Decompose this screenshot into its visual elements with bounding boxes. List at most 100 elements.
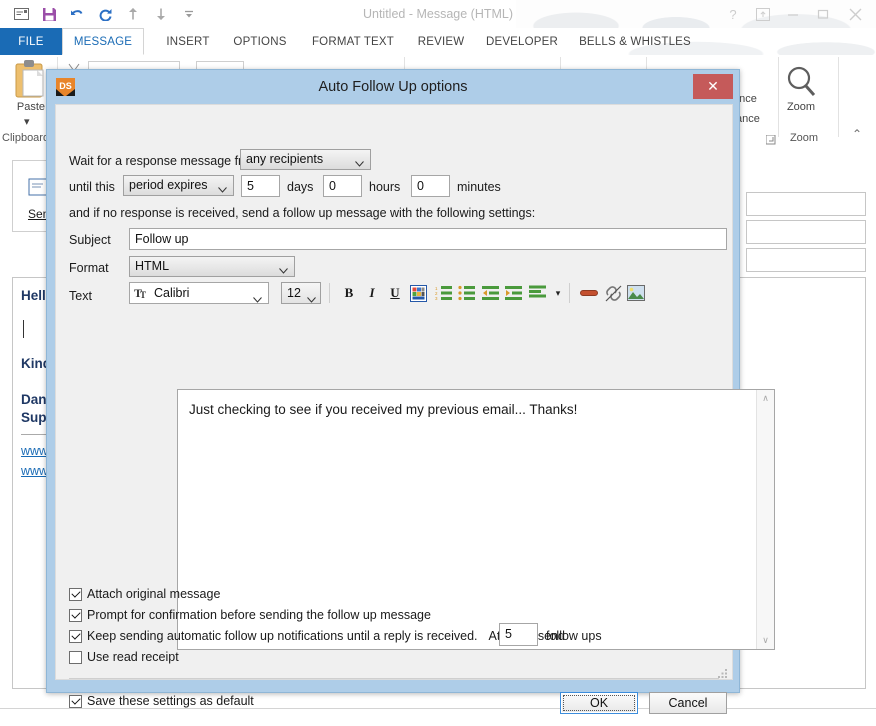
tags-dialog-launcher-icon[interactable]	[766, 132, 776, 147]
checkbox-keep-sending-notifications[interactable]: Keep sending automatic follow up notific…	[69, 629, 565, 643]
signature-link-1[interactable]: www	[21, 444, 48, 458]
hours-input[interactable]: 0	[323, 175, 362, 197]
paste-icon[interactable]	[10, 58, 50, 98]
textarea-scrollbar[interactable]: ∧ ∨	[756, 390, 774, 649]
checkbox-use-read-receipt[interactable]: Use read receipt	[69, 650, 179, 664]
ribbon-tab-bar[interactable]: FILE MESSAGE INSERT OPTIONS FORMAT TEXT …	[0, 28, 876, 56]
checkbox-prompt-for-confirmation[interactable]: Prompt for confirmation before sending t…	[69, 608, 431, 622]
checkbox-label: Use read receipt	[87, 650, 179, 664]
recipients-select[interactable]: any recipients	[240, 149, 371, 170]
help-button[interactable]: ?	[718, 1, 748, 27]
font-size-value: 12	[287, 286, 301, 300]
chevron-down-icon	[355, 156, 364, 162]
font-color-button[interactable]	[407, 282, 429, 304]
signature-name: Dan	[21, 392, 47, 407]
tab-format-text[interactable]: FORMAT TEXT	[292, 28, 414, 55]
message-icon[interactable]	[8, 2, 34, 26]
subject-field[interactable]	[746, 248, 866, 272]
cc-field[interactable]	[746, 220, 866, 244]
tab-bells-and-whistles[interactable]: BELLS & WHISTLES	[560, 28, 710, 55]
customize-qat-icon[interactable]	[176, 2, 202, 26]
checkbox-box[interactable]	[69, 588, 82, 601]
tab-message[interactable]: MESSAGE	[62, 28, 144, 55]
max-follow-ups-input[interactable]: 5	[499, 623, 538, 646]
cancel-button[interactable]: Cancel	[649, 692, 727, 714]
quick-access-toolbar[interactable]	[8, 0, 202, 28]
minutes-input[interactable]: 0	[411, 175, 450, 197]
toolbar-separator	[569, 283, 570, 303]
dialog-title: Auto Follow Up options	[47, 70, 739, 104]
font-family-select[interactable]: TT Calibri	[129, 282, 269, 304]
to-field[interactable]	[746, 192, 866, 216]
ribbon-separator	[778, 57, 779, 137]
numbered-list-button[interactable]: 123	[433, 282, 455, 304]
save-icon[interactable]	[36, 2, 62, 26]
checkbox-label: Save these settings as default	[87, 694, 254, 708]
wait-for-response-label: Wait for a response message from	[69, 154, 260, 168]
minimize-button[interactable]	[778, 1, 808, 27]
italic-button[interactable]: I	[361, 282, 383, 304]
minutes-label: minutes	[457, 180, 501, 194]
text-label: Text	[69, 289, 92, 303]
bold-button[interactable]: B	[338, 282, 360, 304]
checkbox-box[interactable]	[69, 695, 82, 708]
horizontal-rule-button[interactable]	[578, 282, 600, 304]
days-input[interactable]: 5	[241, 175, 280, 197]
subject-input[interactable]: Follow up	[129, 228, 727, 250]
scroll-down-arrow-icon[interactable]: ∨	[757, 632, 774, 649]
text-caret	[23, 320, 24, 338]
recipients-select-value: any recipients	[246, 152, 323, 166]
max-follow-ups-value: 5	[505, 627, 512, 641]
zoom-icon[interactable]	[781, 63, 821, 106]
insert-hyperlink-button[interactable]	[602, 282, 624, 304]
toolbar-separator	[329, 283, 330, 303]
chevron-down-icon	[218, 182, 227, 188]
checkbox-box[interactable]	[69, 651, 82, 664]
checkbox-box[interactable]	[69, 630, 82, 643]
outlook-compose-window: Untitled - Message (HTML) ? FILE MESSAGE…	[0, 0, 876, 725]
checkbox-box[interactable]	[69, 609, 82, 622]
undo-icon[interactable]	[64, 2, 90, 26]
ribbon-display-options-button[interactable]	[748, 1, 778, 27]
window-controls[interactable]: ?	[718, 0, 872, 28]
decrease-indent-button[interactable]	[480, 282, 502, 304]
close-button[interactable]	[838, 1, 872, 27]
dialog-titlebar[interactable]: DS Auto Follow Up options ✕	[47, 70, 739, 104]
bulleted-list-button[interactable]	[456, 282, 478, 304]
redo-icon[interactable]	[92, 2, 118, 26]
dialog-body: Wait for a response message from any rec…	[55, 104, 733, 680]
format-label: Format	[69, 261, 109, 275]
dialog-close-button[interactable]: ✕	[693, 74, 733, 99]
paste-dropdown-arrow-icon[interactable]: ▾	[24, 115, 30, 128]
ok-button[interactable]: OK	[560, 692, 638, 714]
format-select[interactable]: HTML	[129, 256, 295, 277]
increase-indent-button[interactable]	[503, 282, 525, 304]
font-size-select[interactable]: 12	[281, 282, 321, 304]
collapse-ribbon-icon[interactable]: ⌃	[852, 127, 862, 141]
cancel-button-label: Cancel	[669, 696, 708, 710]
tab-file[interactable]: FILE	[0, 28, 62, 55]
insert-picture-button[interactable]	[625, 282, 647, 304]
window-titlebar: Untitled - Message (HTML) ?	[0, 0, 876, 28]
align-dropdown-arrow-icon[interactable]: ▾	[547, 282, 569, 304]
zoom-label[interactable]: Zoom	[781, 101, 821, 113]
scroll-up-arrow-icon[interactable]: ∧	[757, 390, 774, 407]
period-select-value: period expires	[129, 178, 208, 192]
align-button[interactable]	[527, 282, 549, 304]
font-family-value: Calibri	[154, 286, 189, 300]
subject-label: Subject	[69, 233, 111, 247]
previous-item-icon[interactable]	[120, 2, 146, 26]
underline-button[interactable]: U	[384, 282, 406, 304]
period-select[interactable]: period expires	[123, 175, 234, 196]
checkbox-attach-original-message[interactable]: Attach original message	[69, 587, 220, 601]
signature-link-2[interactable]: www	[21, 464, 48, 478]
subject-input-value: Follow up	[135, 232, 189, 246]
auto-follow-up-dialog: DS Auto Follow Up options ✕ Wait for a r…	[46, 69, 740, 693]
next-item-icon[interactable]	[148, 2, 174, 26]
formatting-toolbar[interactable]: TT Calibri 12 B I U	[129, 282, 699, 306]
resize-grip-icon[interactable]	[718, 666, 728, 676]
dialog-divider	[69, 678, 719, 679]
checkbox-save-as-default[interactable]: Save these settings as default	[69, 694, 254, 708]
maximize-button[interactable]	[808, 1, 838, 27]
until-this-label: until this	[69, 180, 115, 194]
